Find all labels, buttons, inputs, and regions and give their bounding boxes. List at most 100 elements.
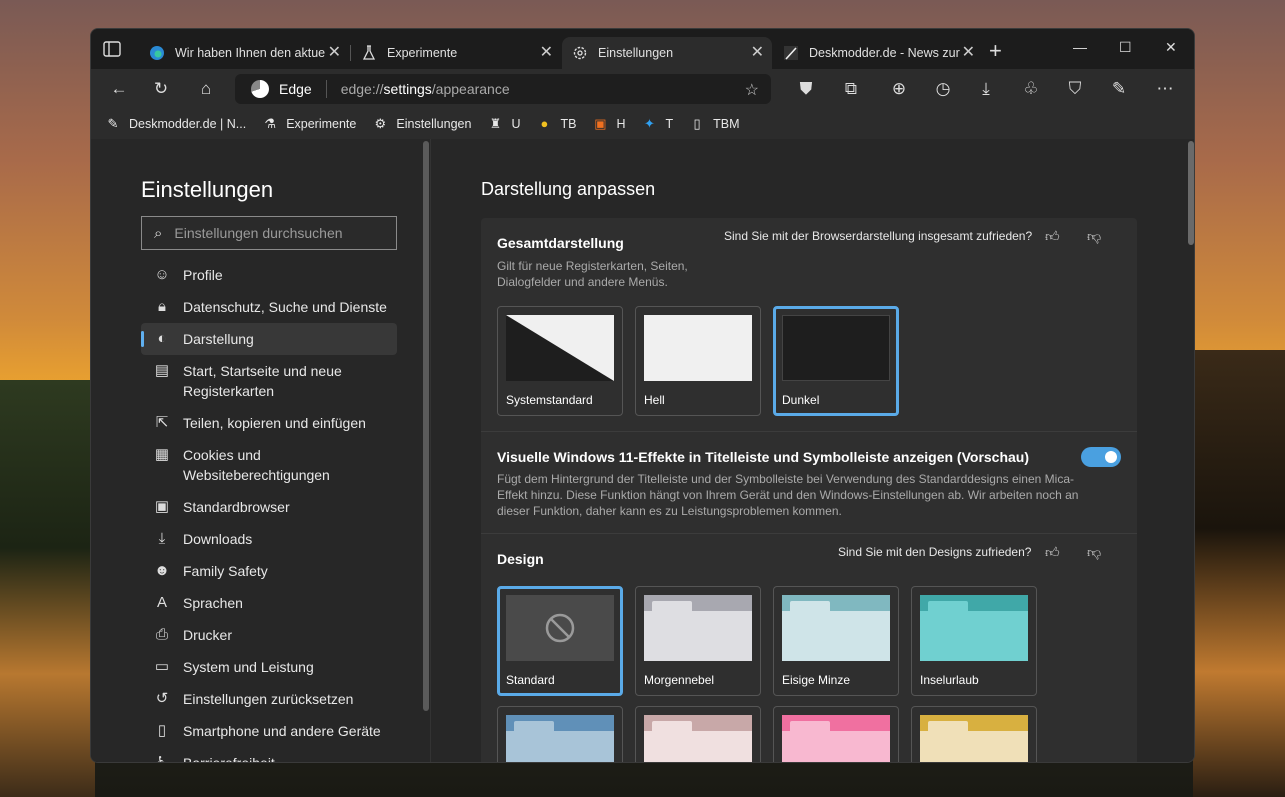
sidebar-item-label: Standardbrowser bbox=[183, 499, 290, 515]
h-icon: ▣ bbox=[594, 116, 607, 131]
dark-theme-preview bbox=[782, 315, 890, 381]
reset-icon: ↺ bbox=[155, 690, 169, 707]
thumbs-up-icon[interactable]: 👍︎ bbox=[1045, 228, 1060, 245]
tab-2[interactable]: Einstellungen ✕ bbox=[562, 37, 772, 69]
thumbs-up-icon[interactable]: 👍︎ bbox=[1045, 544, 1060, 561]
thumbs-down-icon[interactable]: 👎︎ bbox=[1087, 228, 1101, 245]
tab-title: Einstellungen bbox=[598, 46, 674, 60]
sidebar-item-reset[interactable]: ↺ Einstellungen zurücksetzen bbox=[141, 683, 397, 715]
printer-icon: ⎙ bbox=[155, 626, 168, 643]
close-icon[interactable]: ✕ bbox=[962, 45, 975, 61]
bookmark-item[interactable]: ⚗ Experimente bbox=[262, 116, 356, 132]
divider bbox=[481, 431, 1137, 432]
feather-icon[interactable]: ✎ bbox=[1109, 79, 1129, 99]
sidebar-item-family[interactable]: ☻ Family Safety bbox=[141, 555, 397, 587]
sidebar-item-appearance[interactable]: ◐ Darstellung bbox=[141, 323, 397, 355]
sidebar-item-default-browser[interactable]: ▣ Standardbrowser bbox=[141, 491, 397, 523]
tab-3[interactable]: Deskmodder.de - News zur ✕ bbox=[773, 37, 983, 69]
tab-actions-icon[interactable] bbox=[103, 41, 121, 57]
bookmark-item[interactable]: ▣ H bbox=[592, 116, 625, 132]
page-title: Darstellung anpassen bbox=[481, 179, 656, 199]
bookmark-item[interactable]: ⚙ Einstellungen bbox=[372, 116, 472, 132]
refresh-icon[interactable]: ↻ bbox=[151, 79, 171, 99]
design-tile[interactable] bbox=[911, 706, 1037, 762]
sidebar-item-phone[interactable]: ▯ Smartphone und andere Geräte bbox=[141, 715, 397, 747]
mica-heading: Visuelle Windows 11-Effekte in Titelleis… bbox=[497, 449, 1030, 465]
bookmark-item[interactable]: ● TB bbox=[536, 116, 577, 132]
sidebar-item-languages[interactable]: A Sprachen bbox=[141, 587, 397, 619]
settings-main: Darstellung anpassen Gesamtdarstellung G… bbox=[431, 139, 1194, 762]
back-icon[interactable]: ← bbox=[109, 79, 129, 99]
cookie-icon: ▦ bbox=[154, 446, 170, 463]
sidebar-item-share[interactable]: ⇱ Teilen, kopieren und einfügen bbox=[141, 407, 397, 439]
address-bar[interactable]: Edge edge://settings/appearance ☆ bbox=[235, 74, 771, 104]
design-morgennebel[interactable]: Morgennebel bbox=[635, 586, 761, 696]
sidebar-item-system[interactable]: ▭ System und Leistung bbox=[141, 651, 397, 683]
design-tile[interactable] bbox=[497, 706, 623, 762]
lock-icon: 🔒︎ bbox=[158, 298, 166, 315]
theme-light[interactable]: Hell bbox=[635, 306, 761, 416]
sidebar-item-privacy[interactable]: 🔒︎ Datenschutz, Suche und Dienste bbox=[141, 291, 397, 323]
bookmark-item[interactable]: ✦ T bbox=[641, 116, 673, 132]
design-preview bbox=[506, 715, 614, 762]
overall-description: Gilt für neue Registerkarten, Seiten, Di… bbox=[497, 259, 688, 289]
browser-essentials-icon[interactable]: ⛉ bbox=[1065, 79, 1085, 99]
window-close-icon[interactable]: ✕ bbox=[1165, 39, 1177, 56]
design-tile[interactable] bbox=[773, 706, 899, 762]
sidebar-item-cookies[interactable]: ▦ Cookies und Websiteberechtigungen bbox=[141, 439, 397, 491]
search-input[interactable] bbox=[174, 225, 375, 241]
download-icon[interactable]: ⤓ bbox=[976, 79, 996, 99]
add-favorite-icon[interactable]: ☆ bbox=[745, 80, 759, 100]
close-icon[interactable]: ✕ bbox=[328, 45, 341, 61]
design-preview bbox=[644, 715, 752, 762]
design-preview bbox=[920, 595, 1028, 661]
close-icon[interactable]: ✕ bbox=[751, 45, 764, 61]
close-icon[interactable]: ✕ bbox=[540, 45, 553, 61]
more-icon[interactable]: ⋯ bbox=[1155, 79, 1175, 99]
twitter-icon: ✦ bbox=[644, 116, 655, 131]
bookmark-item[interactable]: ▯ TBM bbox=[689, 116, 740, 132]
home-icon[interactable]: ⌂ bbox=[196, 79, 216, 99]
theme-system[interactable]: Systemstandard bbox=[497, 306, 623, 416]
system-theme-preview bbox=[506, 315, 614, 381]
main-scrollbar[interactable] bbox=[1188, 141, 1194, 245]
tab-strip: Wir haben Ihnen den aktue ✕ Experimente … bbox=[91, 29, 1194, 69]
design-label: Morgennebel bbox=[644, 673, 715, 687]
sidebar-item-start[interactable]: ▤ Start, Startseite und neue Registerkart… bbox=[141, 355, 397, 407]
sidebar-scrollbar[interactable] bbox=[423, 141, 429, 711]
address-url[interactable]: edge://settings/appearance bbox=[341, 81, 510, 97]
design-heading: Design bbox=[497, 551, 544, 567]
thumbs-down-icon[interactable]: 👎︎ bbox=[1087, 544, 1101, 561]
browser-window: Wir haben Ihnen den aktue ✕ Experimente … bbox=[90, 28, 1195, 763]
sidebar-item-accessibility[interactable]: ♿︎ Barrierefreiheit bbox=[141, 747, 397, 762]
collections-icon[interactable]: ⊕ bbox=[889, 79, 909, 99]
bookmark-item[interactable]: ✎ Deskmodder.de | N... bbox=[105, 116, 247, 132]
sidebar-item-profile[interactable]: ☺ Profile bbox=[141, 259, 397, 291]
minimize-icon[interactable]: — bbox=[1073, 39, 1087, 55]
theme-label: Dunkel bbox=[782, 393, 820, 407]
settings-search[interactable]: ⌕ bbox=[141, 216, 397, 250]
history-icon[interactable]: ◷ bbox=[933, 79, 953, 99]
ublock-icon[interactable]: ⛊ bbox=[796, 79, 816, 99]
sidebar-item-label: Darstellung bbox=[183, 331, 254, 347]
tb-icon: ● bbox=[540, 116, 549, 131]
tab-0[interactable]: Wir haben Ihnen den aktue ✕ bbox=[139, 37, 349, 69]
design-tile[interactable] bbox=[635, 706, 761, 762]
design-eisige-minze[interactable]: Eisige Minze bbox=[773, 586, 899, 696]
sidebar-item-printers[interactable]: ⎙ Drucker bbox=[141, 619, 397, 651]
maximize-icon[interactable]: ☐ bbox=[1119, 39, 1132, 56]
address-label: Edge bbox=[279, 81, 312, 97]
new-tab-button[interactable]: + bbox=[989, 40, 1002, 62]
design-inselurlaub[interactable]: Inselurlaub bbox=[911, 586, 1037, 696]
extensions-icon[interactable]: ⧉ bbox=[841, 79, 861, 99]
design-standard[interactable]: Standard bbox=[497, 586, 623, 696]
performance-icon[interactable]: ♧ bbox=[1021, 79, 1041, 99]
overall-feedback-question: Sind Sie mit der Browserdarstellung insg… bbox=[724, 229, 1033, 243]
settings-sidebar: Einstellungen ⌕ ☺ Profile 🔒︎ Datenschutz, … bbox=[91, 139, 431, 762]
gear-icon bbox=[573, 46, 587, 60]
bookmark-item[interactable]: ♜ U bbox=[487, 116, 521, 132]
mica-toggle[interactable] bbox=[1081, 447, 1121, 467]
tab-1[interactable]: Experimente ✕ bbox=[351, 37, 561, 69]
theme-dark[interactable]: Dunkel bbox=[773, 306, 899, 416]
sidebar-item-downloads[interactable]: ⤓ Downloads bbox=[141, 523, 397, 555]
